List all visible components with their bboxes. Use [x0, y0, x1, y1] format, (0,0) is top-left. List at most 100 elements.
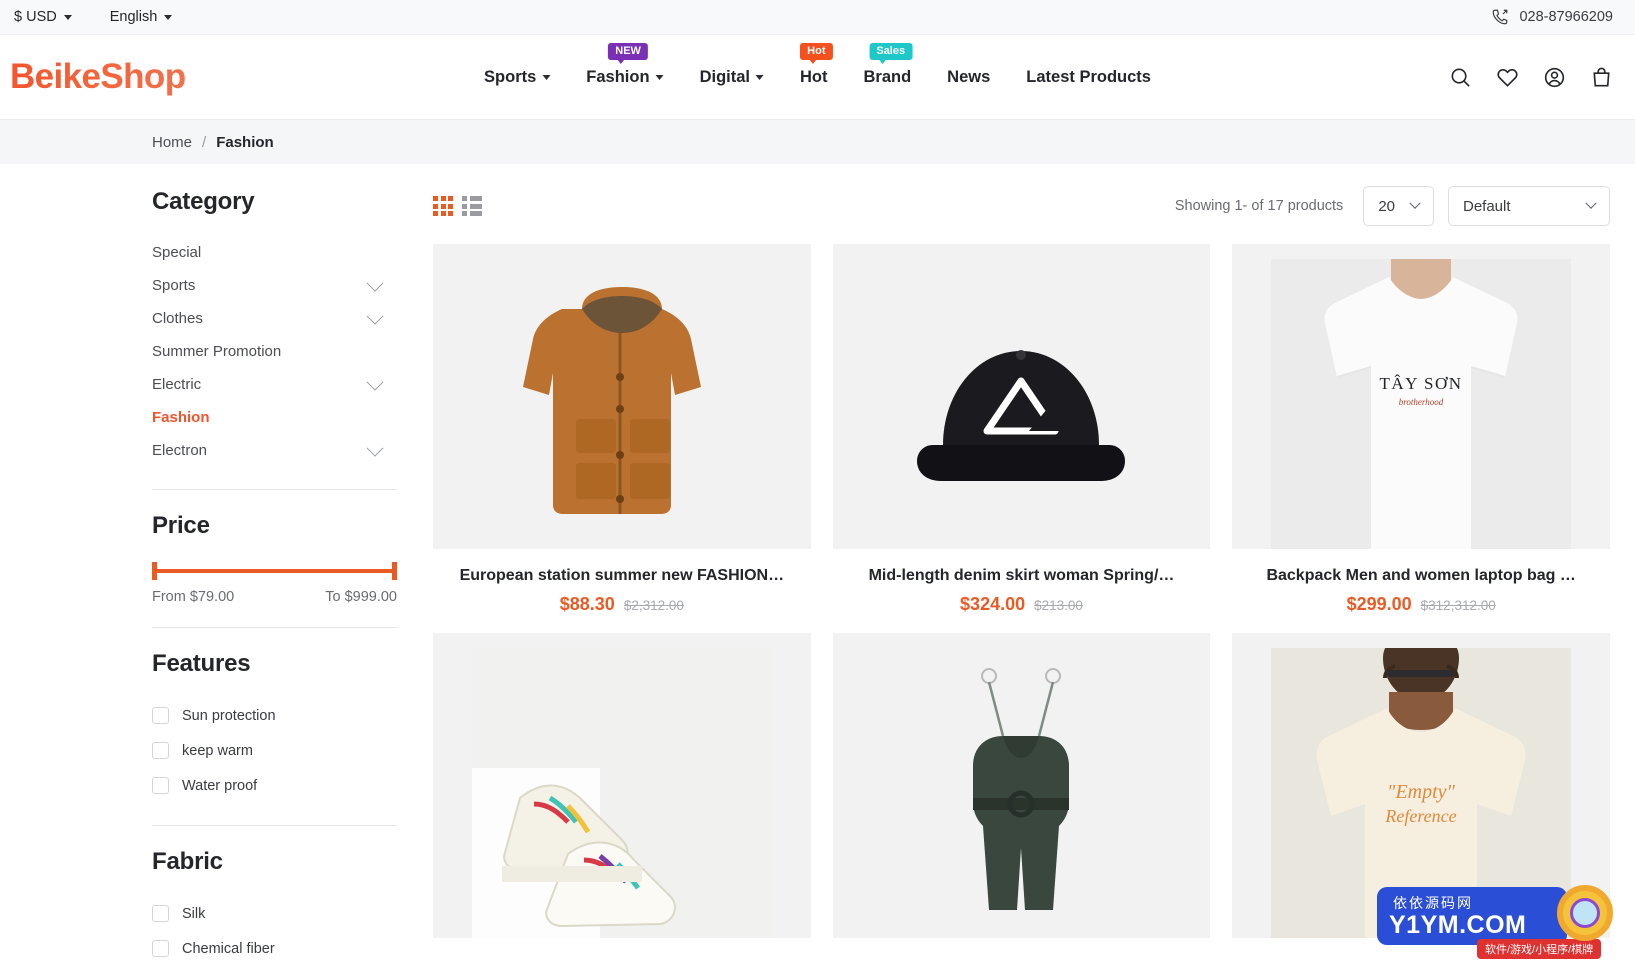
nav-item-fashion[interactable]: NEW Fashion — [568, 42, 681, 97]
product-title[interactable]: Backpack Men and women laptop bag … — [1232, 567, 1610, 585]
divider — [152, 825, 397, 826]
breadcrumb-current: Fashion — [216, 133, 274, 151]
product-price: $88.30 — [559, 594, 615, 614]
product-card[interactable] — [433, 633, 811, 938]
category-filter-title: Category — [152, 188, 255, 215]
feature-option-keep-warm[interactable]: keep warm — [152, 733, 397, 768]
category-item-clothes[interactable]: Clothes — [152, 302, 397, 335]
product-illustration — [871, 259, 1172, 549]
category-item-summer-promotion[interactable]: Summer Promotion — [152, 335, 397, 368]
main-navigation: Sports NEW Fashion Digital Hot Hot Sales… — [466, 42, 1169, 97]
chevron-down-icon[interactable] — [366, 373, 384, 391]
product-price: $299.00 — [1346, 594, 1412, 614]
fabric-option-chemical-fiber[interactable]: Chemical fiber — [152, 931, 397, 965]
sort-select[interactable]: Default — [1448, 186, 1610, 226]
nav-item-brand[interactable]: Sales Brand — [845, 42, 929, 97]
nav-label: Brand — [863, 67, 912, 86]
nav-label: News — [947, 67, 991, 86]
product-image-brown-parka[interactable] — [433, 244, 811, 549]
grid-view-icon[interactable] — [433, 196, 453, 216]
product-image-green-romper[interactable] — [832, 633, 1211, 938]
shopping-bag-icon[interactable] — [1590, 66, 1613, 89]
price-range-slider[interactable] — [152, 560, 397, 582]
phone-outgoing-icon — [1493, 9, 1508, 25]
nav-label: Digital — [699, 67, 750, 86]
category-label: Clothes — [152, 310, 203, 327]
category-item-electron[interactable]: Electron — [152, 434, 397, 467]
product-price: $324.00 — [960, 594, 1026, 614]
topbar-left-group: $ USD English — [8, 5, 178, 29]
category-item-electric[interactable]: Electric — [152, 368, 397, 401]
site-logo[interactable]: BeikeShop — [10, 57, 186, 97]
category-item-fashion[interactable]: Fashion — [152, 401, 397, 434]
nav-badge-sales: Sales — [869, 42, 913, 64]
checkbox-icon[interactable] — [152, 707, 169, 724]
results-count: Showing 1- of 17 products — [1174, 198, 1344, 214]
fabric-label: Chemical fiber — [182, 940, 275, 957]
chevron-down-icon[interactable] — [366, 439, 384, 457]
product-image-sneakers[interactable] — [433, 633, 811, 938]
nav-item-news[interactable]: News — [929, 58, 1008, 97]
language-label: English — [109, 9, 158, 25]
fabric-option-silk[interactable]: Silk — [152, 896, 397, 931]
price-filter-title: Price — [152, 512, 210, 539]
product-card[interactable]: TÂY SƠN brotherhood Backpack Men and wom… — [1232, 244, 1610, 615]
svg-text:brotherhood: brotherhood — [1399, 397, 1444, 407]
feature-option-sun-protection[interactable]: Sun protection — [152, 698, 397, 733]
product-title[interactable]: European station summer new FASHION… — [433, 567, 811, 585]
category-item-sports[interactable]: Sports — [152, 269, 397, 302]
feature-label: Water proof — [182, 777, 258, 794]
nav-item-digital[interactable]: Digital — [682, 58, 782, 97]
chevron-down-icon — [1409, 197, 1421, 209]
nav-item-hot[interactable]: Hot Hot — [782, 42, 846, 97]
svg-text:TÂY SƠN: TÂY SƠN — [1380, 374, 1463, 393]
product-card[interactable] — [832, 633, 1211, 938]
watermark-magnifier-icon — [1557, 885, 1613, 941]
nav-item-latest-products[interactable]: Latest Products — [1008, 58, 1169, 97]
nav-badge-new: NEW — [608, 42, 648, 64]
list-view-icon[interactable] — [462, 196, 482, 216]
checkbox-icon[interactable] — [152, 905, 169, 922]
feature-option-water-proof[interactable]: Water proof — [152, 768, 397, 803]
product-old-price: $312,312.00 — [1420, 598, 1496, 613]
language-selector[interactable]: English — [104, 5, 179, 29]
currency-label: $ USD — [14, 9, 57, 25]
chevron-down-icon — [542, 74, 551, 80]
breadcrumb-home[interactable]: Home — [152, 134, 192, 151]
divider — [152, 489, 397, 490]
nav-badge-hot: Hot — [800, 42, 833, 64]
product-listing: Showing 1- of 17 products 20 Default Eur… — [397, 164, 1610, 965]
product-title[interactable]: Mid-length denim skirt woman Spring/… — [833, 567, 1211, 585]
watermark-tagline: 软件/游戏/小程序/棋牌 — [1477, 939, 1602, 959]
listing-toolbar: Showing 1- of 17 products 20 Default — [433, 186, 1610, 244]
search-icon[interactable] — [1449, 66, 1472, 89]
category-item-special[interactable]: Special — [152, 236, 397, 269]
product-card[interactable]: European station summer new FASHION… $88… — [433, 244, 811, 615]
product-card[interactable]: Mid-length denim skirt woman Spring/… $3… — [832, 244, 1211, 615]
product-illustration — [471, 648, 772, 938]
category-label: Fashion — [152, 409, 210, 426]
chevron-down-icon[interactable] — [366, 274, 384, 292]
per-page-select[interactable]: 20 — [1363, 186, 1434, 226]
product-price-row: $299.00 $312,312.00 — [1232, 594, 1610, 615]
wishlist-heart-icon[interactable] — [1496, 66, 1519, 89]
fabric-filter-title: Fabric — [152, 848, 223, 875]
site-header: BeikeShop Sports NEW Fashion Digital Hot… — [0, 35, 1635, 119]
checkbox-icon[interactable] — [152, 940, 169, 957]
checkbox-icon[interactable] — [152, 742, 169, 759]
feature-label: keep warm — [182, 742, 253, 759]
site-watermark: 依依源码网 Y1YM.COM 软件/游戏/小程序/棋牌 — [1357, 875, 1635, 965]
product-image-black-cap[interactable] — [832, 244, 1211, 549]
contact-phone[interactable]: 028-87966209 — [1491, 8, 1613, 26]
nav-item-sports[interactable]: Sports — [466, 58, 568, 97]
product-image-white-tshirt[interactable]: TÂY SƠN brotherhood — [1232, 244, 1610, 549]
price-slider-handle-min[interactable] — [152, 562, 157, 580]
price-slider-handle-max[interactable] — [392, 562, 397, 580]
account-icon[interactable] — [1543, 66, 1566, 89]
chevron-down-icon — [164, 14, 173, 20]
currency-selector[interactable]: $ USD — [8, 5, 78, 29]
chevron-down-icon[interactable] — [366, 307, 384, 325]
checkbox-icon[interactable] — [152, 777, 169, 794]
product-illustration — [871, 648, 1172, 938]
category-label: Electron — [152, 442, 208, 459]
